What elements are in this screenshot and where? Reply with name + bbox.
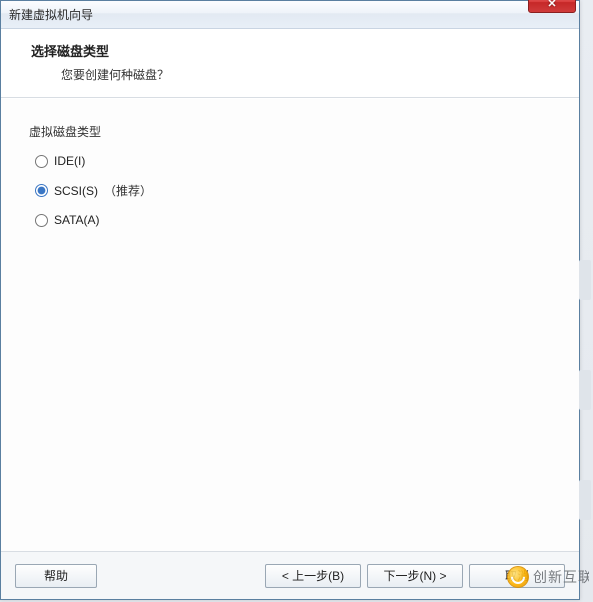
radio-option-ide[interactable]: IDE(I) bbox=[35, 154, 559, 168]
radio-option-sata[interactable]: SATA(A) bbox=[35, 213, 559, 227]
group-label: 虚拟磁盘类型 bbox=[29, 123, 559, 140]
radio-scsi-input[interactable] bbox=[35, 184, 48, 197]
radio-option-scsi[interactable]: SCSI(S) （推荐） bbox=[35, 182, 559, 199]
cancel-button[interactable]: 取消 bbox=[469, 564, 565, 588]
help-button[interactable]: 帮助 bbox=[15, 564, 97, 588]
close-icon: ✕ bbox=[547, 0, 556, 10]
body-panel: 虚拟磁盘类型 IDE(I) SCSI(S) （推荐） SATA(A) bbox=[1, 98, 579, 551]
footer: 帮助 < 上一步(B) 下一步(N) > 取消 bbox=[1, 551, 579, 599]
radio-ide-input[interactable] bbox=[35, 155, 48, 168]
radio-sata-label: SATA(A) bbox=[54, 213, 100, 227]
titlebar: 新建虚拟机向导 ✕ bbox=[1, 1, 579, 29]
radio-sata-input[interactable] bbox=[35, 214, 48, 227]
close-button[interactable]: ✕ bbox=[528, 0, 576, 13]
header-panel: 选择磁盘类型 您要创建何种磁盘？ bbox=[1, 29, 579, 98]
radio-scsi-label: SCSI(S) bbox=[54, 184, 98, 198]
radio-ide-label: IDE(I) bbox=[54, 154, 85, 168]
radio-scsi-hint: （推荐） bbox=[104, 182, 152, 199]
page-subheading: 您要创建何种磁盘？ bbox=[61, 66, 559, 83]
window-title: 新建虚拟机向导 bbox=[9, 6, 93, 23]
wizard-window: 新建虚拟机向导 ✕ 选择磁盘类型 您要创建何种磁盘？ 虚拟磁盘类型 IDE(I)… bbox=[0, 0, 580, 600]
back-button[interactable]: < 上一步(B) bbox=[265, 564, 361, 588]
next-button[interactable]: 下一步(N) > bbox=[367, 564, 463, 588]
page-heading: 选择磁盘类型 bbox=[31, 41, 559, 60]
